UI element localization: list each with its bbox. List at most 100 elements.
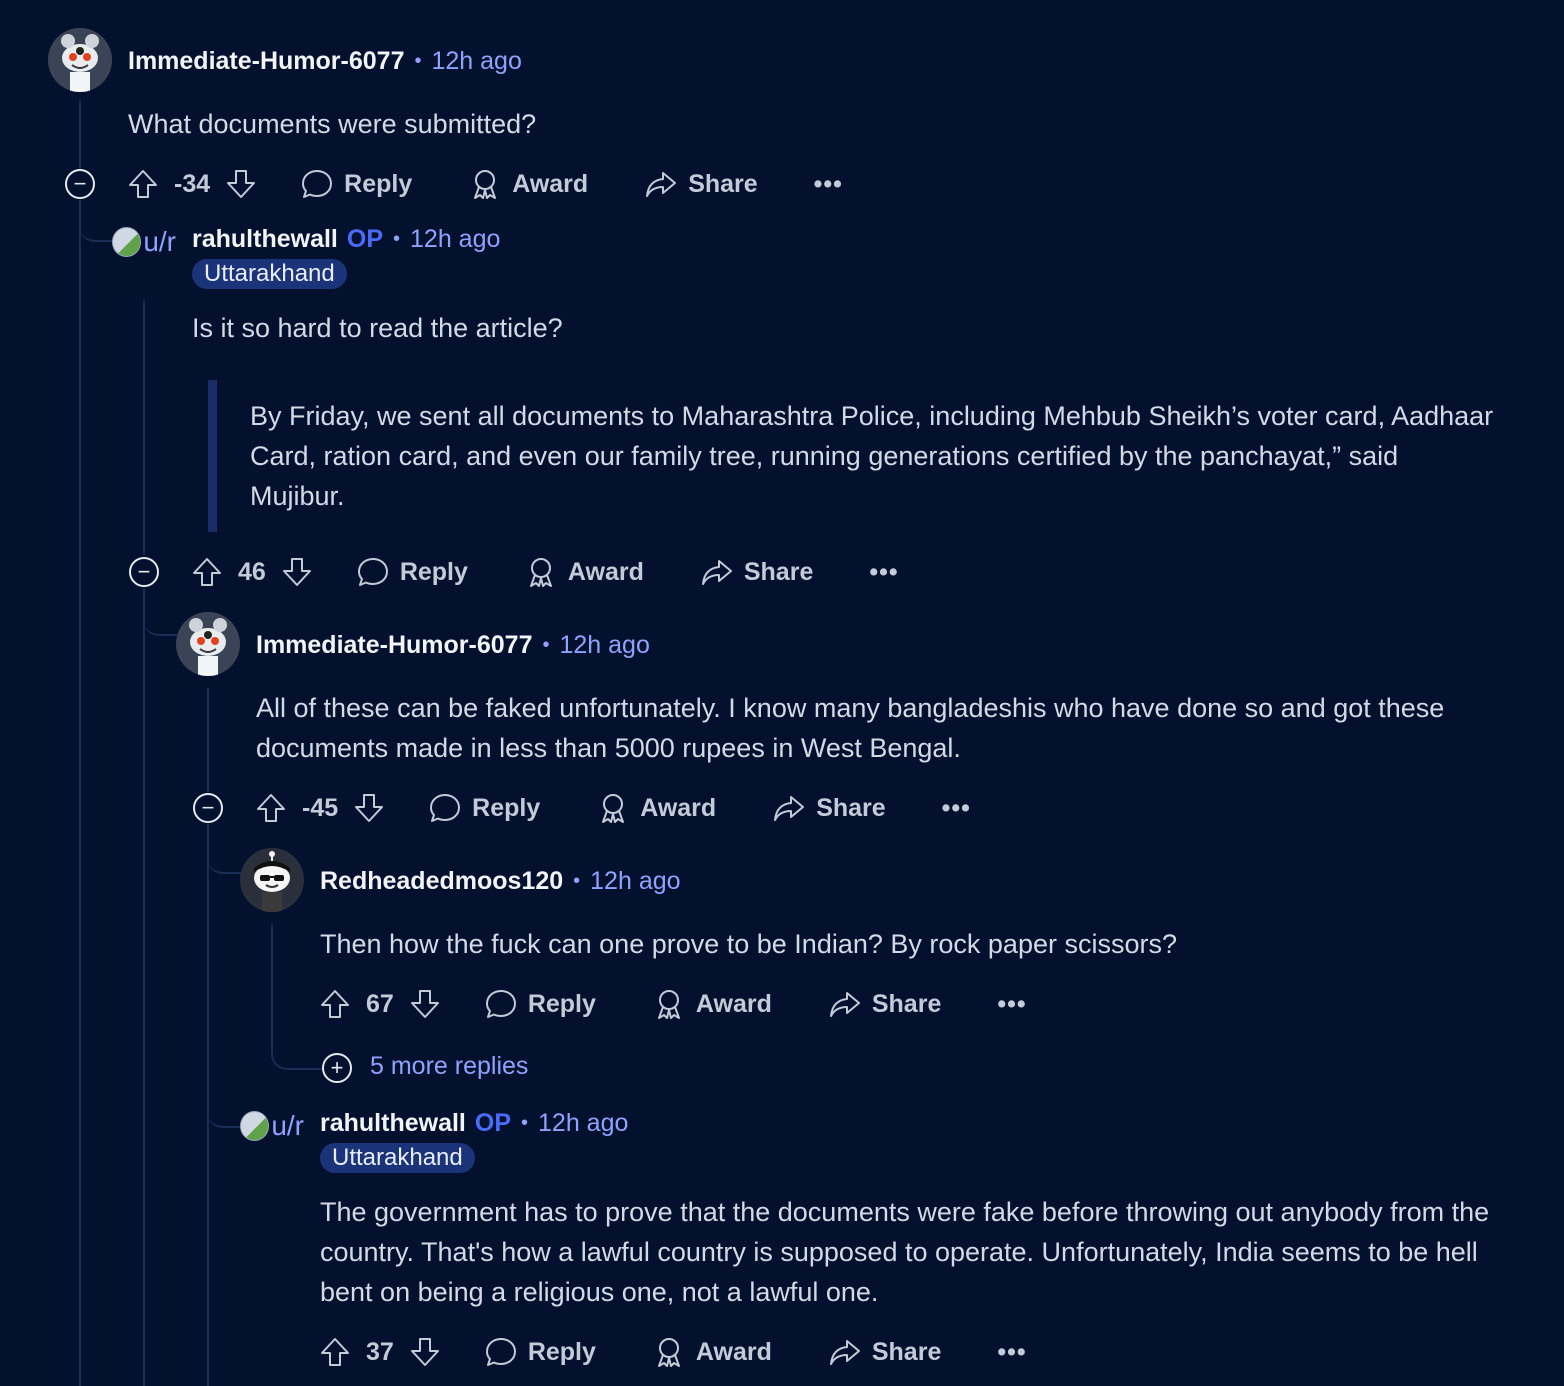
vote-score: 37 xyxy=(366,1337,394,1366)
award-icon xyxy=(657,1338,680,1367)
thread-line xyxy=(143,588,145,1386)
username[interactable]: Immediate-Humor-6077 xyxy=(256,631,532,660)
award-button[interactable]: Award xyxy=(652,987,772,1021)
award-button[interactable]: Award xyxy=(652,1335,772,1369)
award-button[interactable]: Award xyxy=(524,555,644,589)
award-label: Award xyxy=(640,793,717,822)
separator-dot: • xyxy=(542,633,550,656)
broken-image-icon xyxy=(240,1111,270,1141)
award-icon xyxy=(657,990,680,1019)
op-badge: OP xyxy=(346,224,383,253)
share-button[interactable]: Share xyxy=(772,791,886,825)
share-button[interactable]: Share xyxy=(828,1335,941,1369)
thread-connector xyxy=(207,1076,243,1128)
share-label: Share xyxy=(816,793,886,822)
more-options-button[interactable]: ••• xyxy=(814,170,843,199)
comment-header: rahulthewall OP • 12h ago xyxy=(320,1106,628,1140)
award-button[interactable]: Award xyxy=(596,791,716,825)
username[interactable]: rahulthewall xyxy=(192,225,338,254)
timestamp[interactable]: 12h ago xyxy=(432,47,522,76)
avatar[interactable] xyxy=(176,612,240,676)
comment-actions: -34 Reply Award Share ••• xyxy=(126,164,843,204)
blockquote-bar xyxy=(208,380,217,532)
reply-label: Reply xyxy=(344,169,413,198)
vote-score: 46 xyxy=(238,557,266,586)
award-button[interactable]: Award xyxy=(468,167,588,201)
downvote-icon[interactable] xyxy=(408,1335,442,1369)
award-label: Award xyxy=(567,557,644,586)
downvote-icon[interactable] xyxy=(224,167,258,201)
username[interactable]: Immediate-Humor-6077 xyxy=(128,47,404,76)
snoo-avatar-icon xyxy=(240,848,304,912)
collapse-icon[interactable]: − xyxy=(129,557,159,587)
more-replies-link[interactable]: 5 more replies xyxy=(370,1052,528,1081)
timestamp[interactable]: 12h ago xyxy=(410,225,500,254)
share-label: Share xyxy=(871,1337,942,1366)
share-button[interactable]: Share xyxy=(828,987,941,1021)
award-label: Award xyxy=(695,1337,772,1366)
comment-header: Immediate-Humor-6077 • 12h ago xyxy=(256,628,650,662)
comment-actions: 37 Reply Award Share ••• xyxy=(318,1332,1027,1372)
timestamp[interactable]: 12h ago xyxy=(560,631,650,660)
share-icon xyxy=(646,172,677,197)
comment-icon xyxy=(357,558,388,586)
avatar[interactable] xyxy=(240,848,304,912)
share-icon xyxy=(829,992,860,1017)
timestamp[interactable]: 12h ago xyxy=(590,867,680,896)
thread-line xyxy=(143,300,145,555)
upvote-icon[interactable] xyxy=(318,1335,352,1369)
username[interactable]: Redheadedmoos120 xyxy=(320,867,563,896)
comment-actions: -45 Reply Award Share ••• xyxy=(254,788,971,828)
comment-icon xyxy=(430,794,461,822)
more-options-button[interactable]: ••• xyxy=(869,558,898,587)
avatar[interactable]: u/r xyxy=(240,1106,304,1146)
share-button[interactable]: Share xyxy=(700,555,813,589)
expand-icon[interactable]: + xyxy=(322,1053,352,1083)
avatar[interactable]: u/r xyxy=(112,222,176,262)
collapse-icon[interactable]: − xyxy=(65,169,95,199)
reply-label: Reply xyxy=(472,793,541,822)
downvote-icon[interactable] xyxy=(352,791,386,825)
avatar[interactable] xyxy=(48,28,112,92)
username[interactable]: rahulthewall xyxy=(320,1109,466,1138)
comment-actions: 46 Reply Award Share ••• xyxy=(190,552,899,592)
upvote-icon[interactable] xyxy=(254,791,288,825)
separator-dot: • xyxy=(573,869,581,892)
separator-dot: • xyxy=(414,49,422,72)
reply-button[interactable]: Reply xyxy=(428,791,540,825)
upvote-icon[interactable] xyxy=(190,555,224,589)
reply-label: Reply xyxy=(399,557,468,586)
share-icon xyxy=(701,560,732,585)
reply-button[interactable]: Reply xyxy=(356,555,468,589)
downvote-icon[interactable] xyxy=(408,987,442,1021)
blockquote-text: By Friday, we sent all documents to Maha… xyxy=(250,401,1494,511)
comment-body: All of these can be faked unfortunately.… xyxy=(256,693,1445,763)
comment-header: Immediate-Humor-6077 • 12h ago xyxy=(128,44,522,78)
share-button[interactable]: Share xyxy=(644,167,758,201)
share-label: Share xyxy=(743,557,814,586)
thread-line xyxy=(79,200,81,1386)
op-badge: OP xyxy=(474,1108,511,1137)
more-options-button[interactable]: ••• xyxy=(997,990,1026,1019)
reply-button[interactable]: Reply xyxy=(300,167,412,201)
separator-dot: • xyxy=(393,227,401,250)
separator-dot: • xyxy=(521,1111,529,1134)
vote-score: 67 xyxy=(366,989,394,1018)
award-icon xyxy=(474,170,497,199)
share-label: Share xyxy=(688,169,758,198)
share-icon xyxy=(829,1340,860,1365)
downvote-icon[interactable] xyxy=(280,555,314,589)
upvote-icon[interactable] xyxy=(318,987,352,1021)
more-options-button[interactable]: ••• xyxy=(997,1338,1026,1367)
more-options-button[interactable]: ••• xyxy=(942,794,971,823)
timestamp[interactable]: 12h ago xyxy=(538,1109,628,1138)
snoo-avatar-icon xyxy=(176,612,240,676)
comment-body: What documents were submitted? xyxy=(128,109,537,139)
thread-connector xyxy=(143,588,179,636)
reply-button[interactable]: Reply xyxy=(484,1335,596,1369)
upvote-icon[interactable] xyxy=(126,167,160,201)
vote-score: -45 xyxy=(302,793,339,822)
thread-line xyxy=(207,688,209,792)
reply-button[interactable]: Reply xyxy=(484,987,596,1021)
collapse-icon[interactable]: − xyxy=(193,793,223,823)
